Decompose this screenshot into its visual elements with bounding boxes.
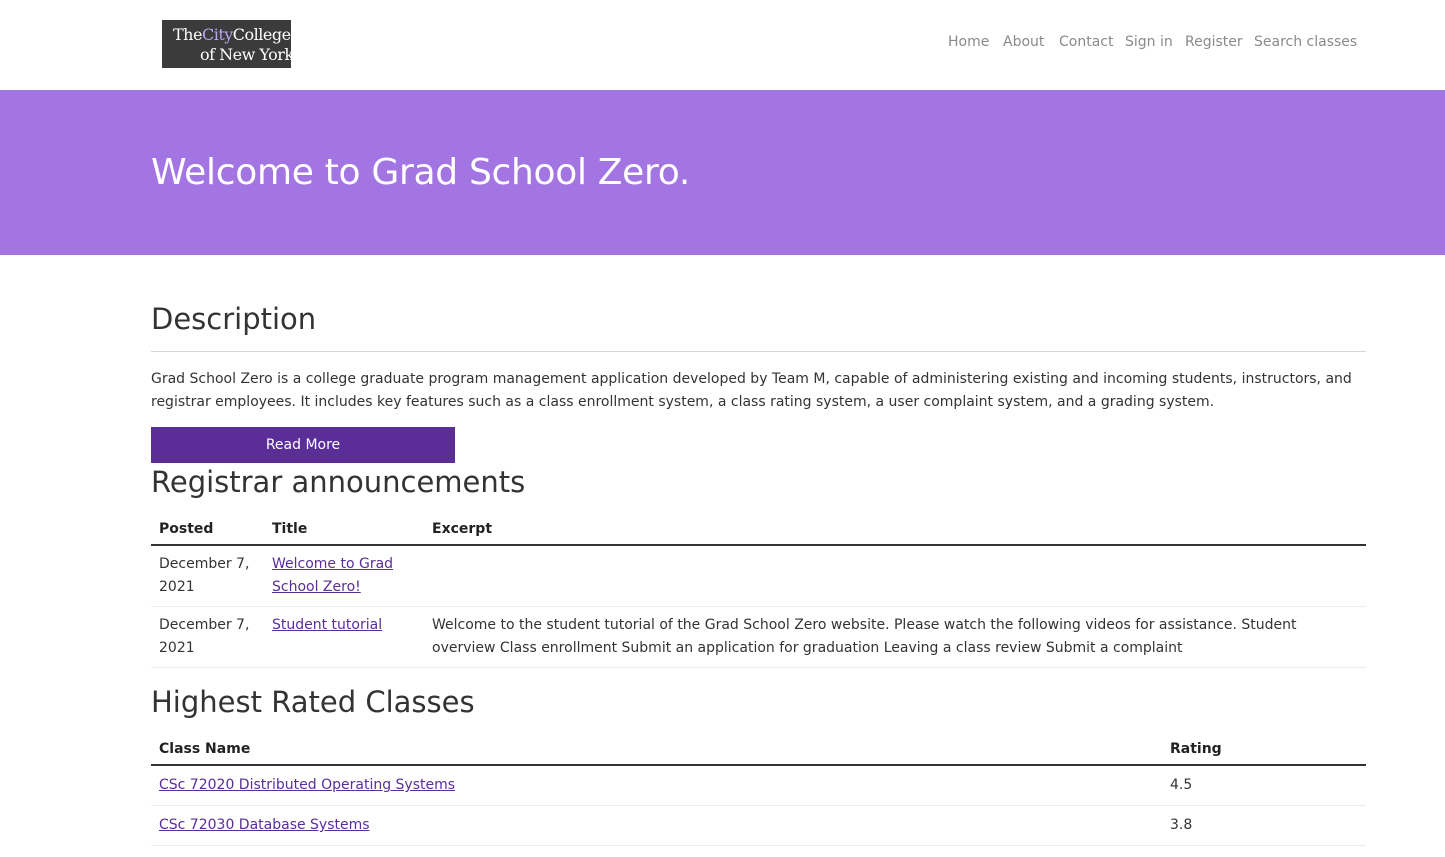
hero-title: Welcome to Grad School Zero. [151,152,690,193]
announcement-excerpt [424,545,1366,607]
table-row: December 7, 2021 Welcome to Grad School … [151,545,1366,607]
nav-sign-in[interactable]: Sign in [1125,34,1173,50]
nav-links: Home About Contact Sign in Register Sear… [0,34,1445,54]
class-link[interactable]: CSc 72020 Distributed Operating Systems [159,777,455,793]
table-row: December 7, 2021 Student tutorial Welcom… [151,606,1366,668]
navbar: TheCityCollege of New York Home About Co… [0,0,1445,90]
announcement-link[interactable]: Student tutorial [272,617,382,633]
class-name-cell: CSc 72020 Distributed Operating Systems [151,765,1162,806]
posted-date: December 7, 2021 [151,606,264,668]
description-divider [151,351,1366,352]
class-rating: 4.5 [1162,765,1366,806]
column-header-rating: Rating [1162,733,1366,766]
announcements-header-row: Posted Title Excerpt [151,513,1366,546]
class-name-cell: CSc 72030 Database Systems [151,805,1162,846]
nav-home[interactable]: Home [948,34,989,50]
hero-banner: Welcome to Grad School Zero. [0,90,1445,255]
announcement-excerpt: Welcome to the student tutorial of the G… [424,606,1366,668]
classes-table: Class Name Rating CSc 72020 Distributed … [151,733,1366,846]
class-link[interactable]: CSc 72030 Database Systems [159,817,370,833]
announcements-heading: Registrar announcements [151,465,526,499]
table-row: CSc 72030 Database Systems 3.8 [151,805,1366,846]
column-header-posted: Posted [151,513,264,546]
read-more-button[interactable]: Read More [151,427,455,463]
announcement-title-cell: Student tutorial [264,606,424,668]
announcements-table: Posted Title Excerpt December 7, 2021 We… [151,513,1366,668]
column-header-class-name: Class Name [151,733,1162,766]
nav-register[interactable]: Register [1185,34,1243,50]
class-rating: 3.8 [1162,805,1366,846]
description-text: Grad School Zero is a college graduate p… [151,371,1352,410]
announcement-title-cell: Welcome to Grad School Zero! [264,545,424,607]
announcement-link[interactable]: Welcome to Grad School Zero! [272,556,393,595]
classes-header-row: Class Name Rating [151,733,1366,766]
column-header-excerpt: Excerpt [424,513,1366,546]
nav-about[interactable]: About [1003,34,1044,50]
posted-date: December 7, 2021 [151,545,264,607]
highest-rated-heading: Highest Rated Classes [151,685,475,719]
nav-contact[interactable]: Contact [1059,34,1113,50]
nav-search-classes[interactable]: Search classes [1254,34,1357,50]
column-header-title: Title [264,513,424,546]
description-heading: Description [151,302,317,336]
table-row: CSc 72020 Distributed Operating Systems … [151,765,1366,806]
